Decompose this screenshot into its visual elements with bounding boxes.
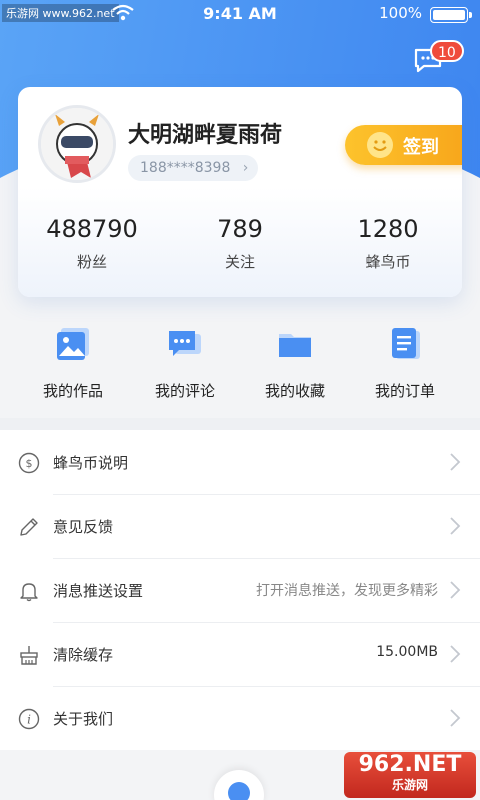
status-bar: 乐游网 www.962.net 9:41 AM 100% <box>0 0 480 28</box>
info-icon: i <box>18 708 40 730</box>
signin-button[interactable]: 签到 <box>345 125 462 165</box>
menu-item-clear-cache[interactable]: 清除缓存 15.00MB <box>0 622 480 687</box>
section-divider <box>0 418 480 430</box>
menu-item-push-settings[interactable]: 消息推送设置 打开消息推送，发现更多精彩 <box>0 558 480 623</box>
svg-text:$: $ <box>26 457 33 470</box>
shortcut-my-comments[interactable]: 我的评论 <box>130 318 240 401</box>
stat-following[interactable]: 789 关注 <box>166 215 314 272</box>
chevron-right-icon <box>450 709 461 727</box>
avatar-image <box>41 108 113 180</box>
stat-label: 关注 <box>224 253 255 271</box>
message-badge: 10 <box>430 40 464 62</box>
pencil-icon <box>20 518 38 536</box>
menu-item-coin-info[interactable]: $ 蜂鸟币说明 <box>0 430 480 495</box>
chevron-right-icon <box>450 581 461 599</box>
chevron-right-icon: › <box>242 160 249 176</box>
menu-item-about[interactable]: i 关于我们 <box>0 686 480 750</box>
chevron-right-icon <box>450 453 461 471</box>
shortcut-label: 我的作品 <box>42 382 103 400</box>
coin-icon: $ <box>18 452 40 474</box>
order-icon <box>392 328 420 359</box>
shortcut-label: 我的收藏 <box>264 382 325 400</box>
folder-icon <box>279 334 311 357</box>
shortcut-my-favorites[interactable]: 我的收藏 <box>240 318 350 401</box>
bell-icon <box>20 583 38 602</box>
watermark-logo: 962.NET 乐游网 <box>344 752 476 798</box>
stat-coins[interactable]: 1280 蜂鸟币 <box>314 215 462 272</box>
menu-label: 消息推送设置 <box>53 582 144 600</box>
comment-icon <box>169 331 201 356</box>
phone-number: 188****8398 <box>140 160 231 176</box>
menu-item-feedback[interactable]: 意见反馈 <box>0 494 480 559</box>
stat-label: 蜂鸟币 <box>365 253 411 271</box>
menu-value: 15.00MB <box>376 644 438 660</box>
menu-label: 关于我们 <box>53 710 114 728</box>
shortcut-grid: 我的作品 我的评论 我的收藏 我的订单 <box>0 318 480 408</box>
shortcut-my-orders[interactable]: 我的订单 <box>350 318 460 401</box>
stat-label: 粉丝 <box>76 253 107 271</box>
smile-icon <box>367 132 393 158</box>
menu-label: 意见反馈 <box>53 518 114 536</box>
plus-icon <box>228 782 250 800</box>
chevron-right-icon <box>450 517 461 535</box>
menu-label: 蜂鸟币说明 <box>53 454 129 472</box>
menu-value: 打开消息推送，发现更多精彩 <box>256 583 438 599</box>
phone-pill[interactable]: 188****8398 › <box>128 155 259 181</box>
profile-card: 大明湖畔夏雨荷 188****8398 › 签到 488790 粉丝 789 关… <box>18 87 462 297</box>
battery-text: 100% <box>379 4 422 22</box>
shortcut-my-works[interactable]: 我的作品 <box>18 318 128 401</box>
avatar[interactable] <box>38 105 116 183</box>
broom-icon <box>20 646 38 665</box>
nickname: 大明湖畔夏雨荷 <box>128 123 283 148</box>
chevron-right-icon <box>450 645 461 663</box>
shortcut-label: 我的评论 <box>154 382 215 400</box>
menu-label: 清除缓存 <box>53 646 114 664</box>
signin-label: 签到 <box>403 137 439 158</box>
stat-value: 789 <box>217 215 263 243</box>
image-icon <box>57 328 89 360</box>
stat-value: 1280 <box>357 215 419 243</box>
stat-fans[interactable]: 488790 粉丝 <box>18 215 166 272</box>
settings-list: $ 蜂鸟币说明 意见反馈 消息推送设置 打开消息推送，发现更多精彩 清除缓存 1… <box>0 430 480 750</box>
svg-text:i: i <box>27 713 31 727</box>
shortcut-label: 我的订单 <box>374 382 435 400</box>
stats-row: 488790 粉丝 789 关注 1280 蜂鸟币 <box>18 215 462 285</box>
battery-icon <box>430 7 472 23</box>
stat-value: 488790 <box>46 215 138 243</box>
publish-button[interactable] <box>214 770 264 800</box>
